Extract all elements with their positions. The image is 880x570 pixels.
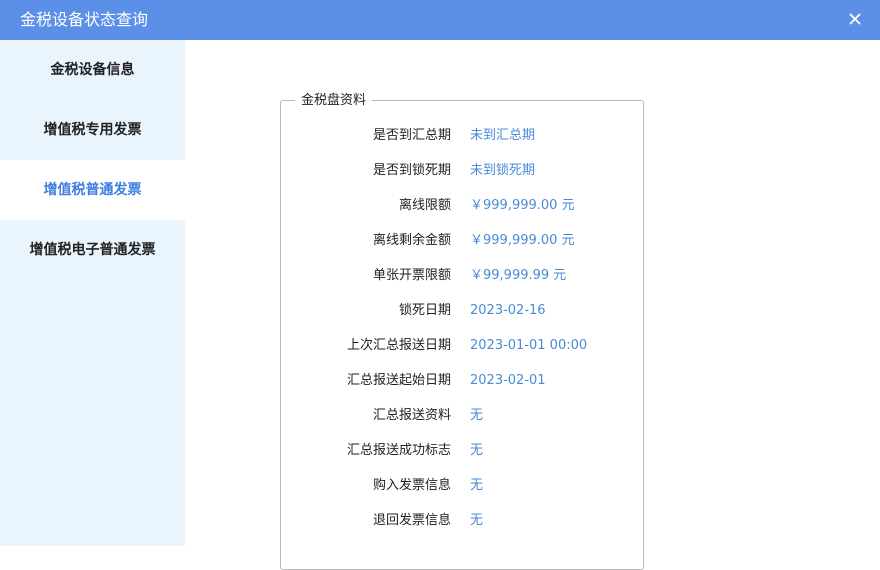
info-label: 单张开票限额 [372, 268, 451, 283]
sidebar-item-vat-normal-invoice[interactable]: 增值税普通发票 [0, 160, 185, 220]
info-label: 汇总报送资料 [372, 408, 451, 423]
info-label: 离线剩余金额 [372, 233, 451, 248]
title-bar: 金税设备状态查询 [0, 0, 880, 40]
info-row-lock-date: 锁死日期 2023-02-16 [281, 299, 645, 323]
info-label: 离线限额 [398, 198, 451, 213]
info-row-report-data: 汇总报送资料 无 [281, 404, 645, 428]
info-value: 无 [470, 408, 484, 423]
info-value: 2023-01-01 00:00 [470, 338, 588, 353]
close-button[interactable] [840, 6, 870, 34]
info-row-purchased-invoices: 购入发票信息 无 [281, 474, 645, 498]
info-value: 2023-02-01 [470, 373, 546, 388]
sidebar-item-vat-special-invoice[interactable]: 增值税专用发票 [0, 100, 185, 160]
info-label: 汇总报送成功标志 [346, 443, 451, 458]
info-label: 锁死日期 [398, 303, 451, 318]
info-label: 是否到汇总期 [372, 128, 451, 143]
info-value: 2023-02-16 [470, 303, 546, 318]
tax-disk-info-panel: 金税盘资料 是否到汇总期 未到汇总期 是否到锁死期 未到锁死期 离线限额 ￥99… [280, 93, 645, 570]
info-value: ￥999,999.00 元 [470, 198, 575, 213]
info-row-report-start-date: 汇总报送起始日期 2023-02-01 [281, 369, 645, 393]
window-title: 金税设备状态查询 [20, 10, 149, 29]
info-row-report-success-flag: 汇总报送成功标志 无 [281, 439, 645, 463]
info-value: 未到汇总期 [470, 128, 536, 143]
info-label: 退回发票信息 [372, 513, 451, 528]
info-row-offline-limit: 离线限额 ￥999,999.00 元 [281, 194, 645, 218]
info-label: 购入发票信息 [372, 478, 451, 493]
info-value: 未到锁死期 [470, 163, 536, 178]
info-row-single-invoice-limit: 单张开票限额 ￥99,999.99 元 [281, 264, 645, 288]
panel-legend: 金税盘资料 [295, 93, 373, 109]
info-label: 是否到锁死期 [372, 163, 451, 178]
sidebar-item-vat-e-normal-invoice[interactable]: 增值税电子普通发票 [0, 220, 185, 280]
info-label: 上次汇总报送日期 [346, 338, 451, 353]
info-row-lock-period: 是否到锁死期 未到锁死期 [281, 159, 645, 183]
info-value: ￥99,999.99 元 [470, 268, 567, 283]
info-row-summary-period: 是否到汇总期 未到汇总期 [281, 124, 645, 148]
info-row-last-report-date: 上次汇总报送日期 2023-01-01 00:00 [281, 334, 645, 358]
info-row-offline-remaining: 离线剩余金额 ￥999,999.00 元 [281, 229, 645, 253]
close-icon [849, 13, 861, 25]
info-value: ￥999,999.00 元 [470, 233, 575, 248]
sidebar: 金税设备信息 增值税专用发票 增值税普通发票 增值税电子普通发票 [0, 40, 185, 546]
info-label: 汇总报送起始日期 [346, 373, 451, 388]
info-value: 无 [470, 478, 484, 493]
info-value: 无 [470, 513, 484, 528]
sidebar-item-tax-device-info[interactable]: 金税设备信息 [0, 40, 185, 100]
info-row-returned-invoices: 退回发票信息 无 [281, 509, 645, 533]
info-value: 无 [470, 443, 484, 458]
